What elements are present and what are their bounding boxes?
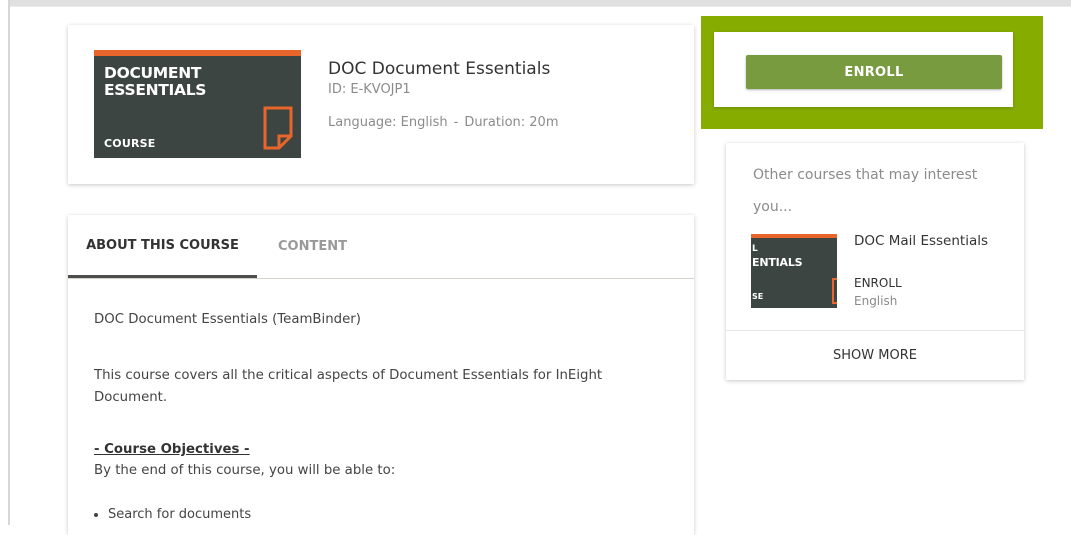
show-more-button[interactable]: SHOW MORE: [726, 331, 1024, 380]
course-meta: Language: English - Duration: 20m: [328, 115, 559, 130]
recommended-course-title[interactable]: DOC Mail Essentials: [854, 233, 988, 249]
page-frame-left: [8, 0, 10, 525]
recommended-course-thumbnail[interactable]: L ENTIALS SE: [751, 234, 837, 308]
page-frame-top-inner: [10, 6, 1071, 7]
thumbnail-accent-bar: [94, 50, 301, 56]
recommendations-card: Other courses that may interest you... L…: [726, 143, 1024, 380]
thumbnail-badge: COURSE: [104, 137, 156, 150]
enroll-highlight: ENROLL: [701, 16, 1043, 129]
objectives-list: Search for documents: [94, 504, 251, 526]
course-thumbnail: DOCUMENT ESSENTIALS COURSE: [94, 50, 301, 158]
document-icon: [263, 106, 293, 150]
course-details-card: ABOUT THIS COURSE CONTENT DOC Document E…: [68, 215, 694, 535]
course-title: DOC Document Essentials: [328, 59, 551, 79]
recommended-course-language: English: [854, 294, 898, 308]
course-language: Language: English: [328, 115, 448, 130]
thumbnail-title: DOCUMENT ESSENTIALS: [104, 65, 206, 99]
course-duration: Duration: 20m: [464, 115, 559, 130]
meta-separator: -: [453, 115, 459, 130]
recommended-thumbnail-line2: ENTIALS: [752, 256, 803, 269]
enroll-card: ENROLL: [714, 32, 1013, 107]
thumbnail-title-line1: DOCUMENT: [104, 64, 202, 82]
course-id: ID: E-KVOJP1: [328, 82, 411, 97]
recommended-document-icon: [832, 278, 837, 304]
course-header-card: DOCUMENT ESSENTIALS COURSE DOC Document E…: [68, 25, 694, 184]
enroll-button[interactable]: ENROLL: [746, 55, 1002, 89]
objective-item: Search for documents: [108, 504, 251, 526]
objectives-heading: - Course Objectives -: [94, 442, 250, 457]
tab-content[interactable]: CONTENT: [278, 215, 347, 277]
thumbnail-title-line2: ESSENTIALS: [104, 81, 207, 99]
recommendations-title: Other courses that may interest you...: [753, 167, 978, 215]
recommended-thumbnail-line1: L: [752, 244, 758, 254]
recommended-thumbnail-badge: SE: [752, 292, 764, 301]
objectives-intro: By the end of this course, you will be a…: [94, 463, 396, 478]
about-description: This course covers all the critical aspe…: [94, 368, 603, 405]
about-intro: DOC Document Essentials (TeamBinder): [94, 312, 361, 327]
tab-about-this-course[interactable]: ABOUT THIS COURSE: [68, 215, 257, 278]
recommended-thumbnail-accent-bar: [751, 234, 837, 238]
recommended-enroll-link[interactable]: ENROLL: [854, 276, 902, 290]
course-tabs: ABOUT THIS COURSE CONTENT: [68, 215, 694, 279]
